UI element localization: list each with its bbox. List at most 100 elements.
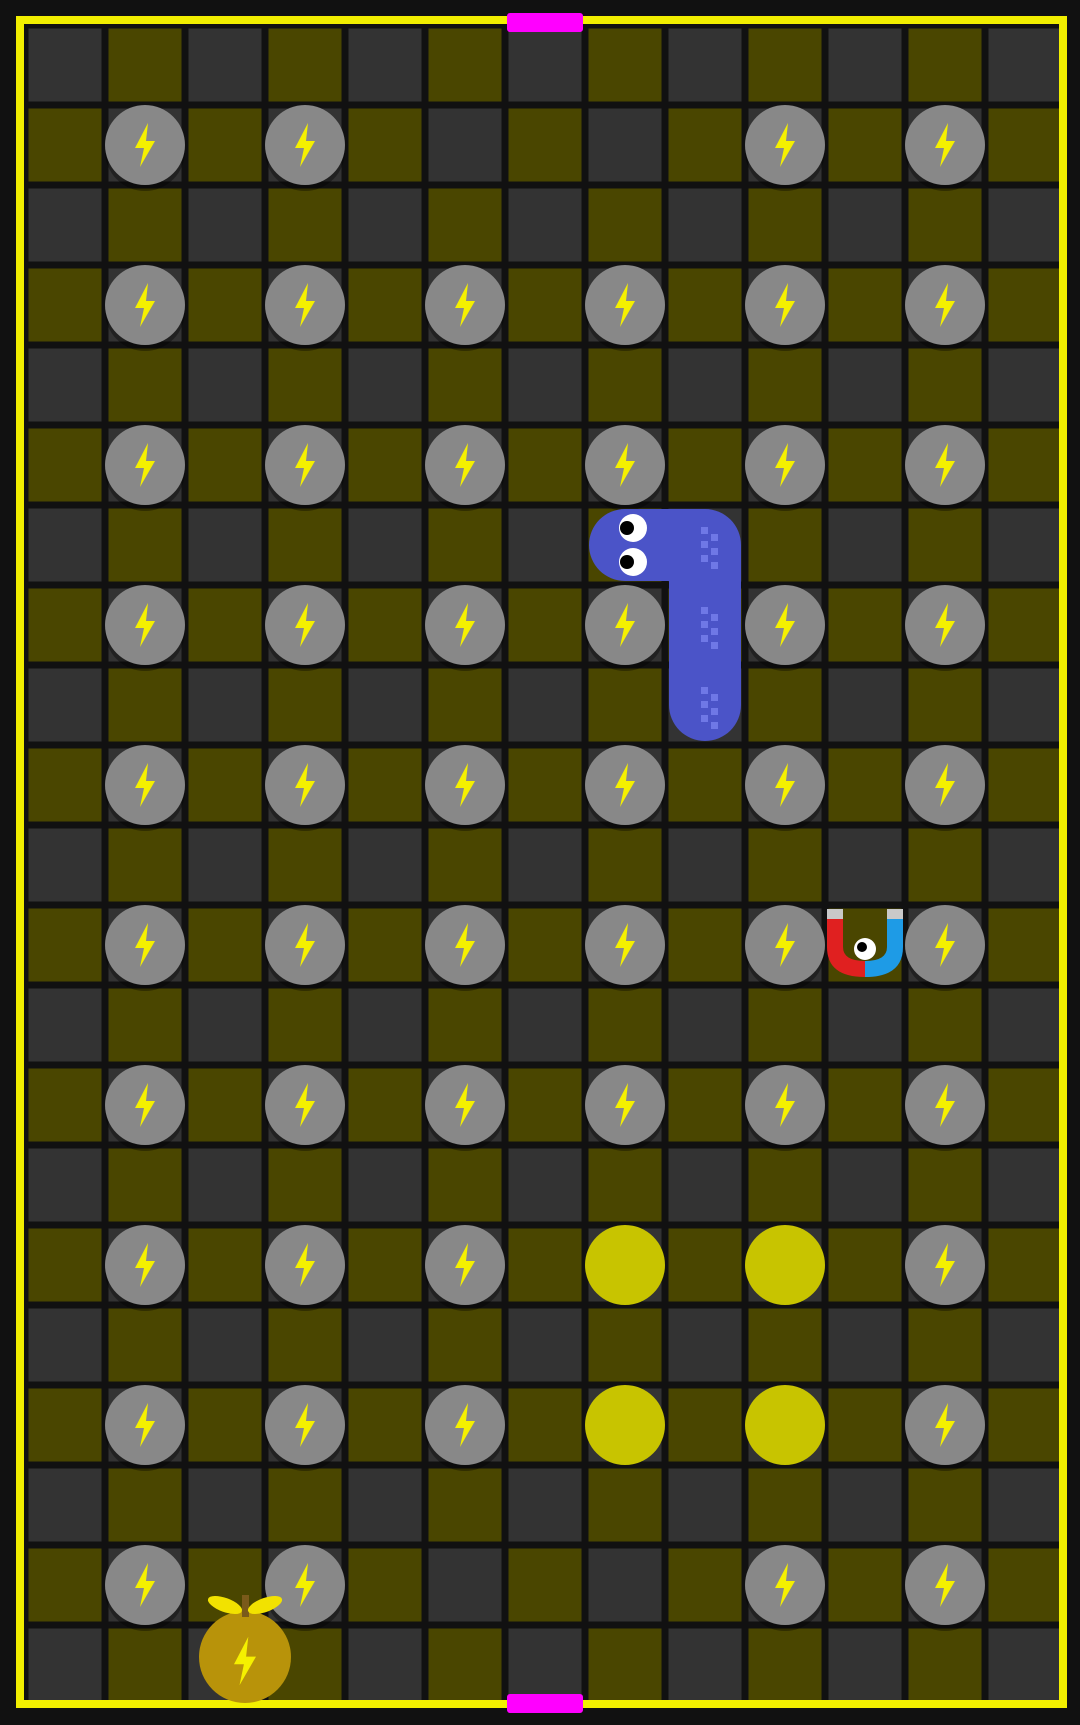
floor-tile	[188, 1468, 262, 1542]
energy-orb	[425, 265, 505, 351]
floor-tile	[748, 188, 822, 262]
floor-tile	[428, 188, 502, 262]
floor-tile	[668, 428, 742, 502]
floor-tile	[988, 988, 1062, 1062]
floor-tile	[988, 1148, 1062, 1222]
floor-tile	[28, 28, 102, 102]
energy-orb	[905, 1065, 985, 1151]
eye-pupil	[620, 521, 634, 535]
floor-tile	[668, 1308, 742, 1382]
floor-tile	[828, 828, 902, 902]
floor-tile	[828, 1068, 902, 1142]
floor-tile	[28, 428, 102, 502]
floor-tile	[588, 988, 662, 1062]
floor-tile	[508, 668, 582, 742]
energy-orb	[265, 585, 345, 671]
energy-orb	[585, 585, 665, 671]
scale-dot	[711, 642, 718, 649]
floor-tile	[268, 1148, 342, 1222]
floor-tile	[908, 188, 982, 262]
empty-orb-slot	[745, 1385, 825, 1465]
floor-tile	[828, 588, 902, 662]
energy-orb	[105, 425, 185, 511]
floor-tile	[348, 428, 422, 502]
floor-tile	[428, 1308, 502, 1382]
floor-tile	[588, 1628, 662, 1702]
energy-orb	[905, 425, 985, 511]
floor-tile	[508, 828, 582, 902]
energy-orb	[105, 105, 185, 191]
floor-tile	[108, 668, 182, 742]
floor-tile	[28, 1388, 102, 1462]
floor-tile	[188, 668, 262, 742]
floor-tile	[348, 1308, 422, 1382]
floor-tile	[108, 508, 182, 582]
energy-orb	[745, 1065, 825, 1151]
portal-top	[507, 13, 583, 32]
floor-tile	[348, 1388, 422, 1462]
game-board[interactable]	[0, 0, 1080, 1725]
energy-orb	[905, 1545, 985, 1631]
floor-tile	[588, 668, 662, 742]
floor-tile	[988, 1068, 1062, 1142]
floor-tile	[988, 1388, 1062, 1462]
empty-orb-slot	[745, 1225, 825, 1305]
floor-tile	[108, 1148, 182, 1222]
floor-tile	[588, 1468, 662, 1542]
floor-tile	[828, 1148, 902, 1222]
floor-tile	[908, 668, 982, 742]
scale-dot	[701, 687, 708, 694]
floor-tile	[348, 1628, 422, 1702]
energy-orb	[425, 585, 505, 671]
energy-orb	[265, 1225, 345, 1311]
floor-tile	[828, 748, 902, 822]
floor-tile	[508, 108, 582, 182]
floor-tile	[268, 508, 342, 582]
floor-tile	[988, 1468, 1062, 1542]
energy-orb	[265, 905, 345, 991]
floor-tile	[348, 588, 422, 662]
floor-tile	[668, 748, 742, 822]
energy-orb	[905, 585, 985, 671]
floor-tile	[188, 588, 262, 662]
floor-tile	[908, 1308, 982, 1382]
floor-tile	[668, 1628, 742, 1702]
energy-orb	[265, 425, 345, 511]
floor-tile	[588, 188, 662, 262]
scale-dot	[701, 555, 708, 562]
floor-tile	[268, 1308, 342, 1382]
energy-orb	[585, 905, 665, 991]
scale-dot	[711, 614, 718, 621]
floor-tile	[268, 988, 342, 1062]
floor-tile	[828, 668, 902, 742]
floor-tile	[28, 748, 102, 822]
scale-dot	[701, 715, 708, 722]
floor-tile	[188, 348, 262, 422]
scale-dot	[711, 722, 718, 729]
floor-tile	[828, 1308, 902, 1382]
floor-tile	[428, 828, 502, 902]
floor-tile	[588, 348, 662, 422]
floor-tile	[108, 1468, 182, 1542]
energy-orb	[905, 265, 985, 351]
energy-orb	[905, 745, 985, 831]
energy-orb	[585, 1065, 665, 1151]
floor-tile	[988, 1308, 1062, 1382]
scale-dot	[711, 534, 718, 541]
floor-tile	[988, 188, 1062, 262]
floor-tile	[428, 988, 502, 1062]
energy-orb	[745, 265, 825, 351]
floor-tile	[28, 348, 102, 422]
floor-tile	[988, 348, 1062, 422]
energy-orb	[105, 1545, 185, 1631]
floor-tile	[508, 1468, 582, 1542]
floor-tile	[748, 668, 822, 742]
floor-tile	[668, 1068, 742, 1142]
floor-tile	[828, 188, 902, 262]
floor-tile	[348, 988, 422, 1062]
floor-tile	[748, 988, 822, 1062]
empty-orb-slot	[585, 1225, 665, 1305]
board-svg[interactable]	[0, 0, 1080, 1725]
floor-tile	[668, 188, 742, 262]
floor-tile	[668, 1468, 742, 1542]
